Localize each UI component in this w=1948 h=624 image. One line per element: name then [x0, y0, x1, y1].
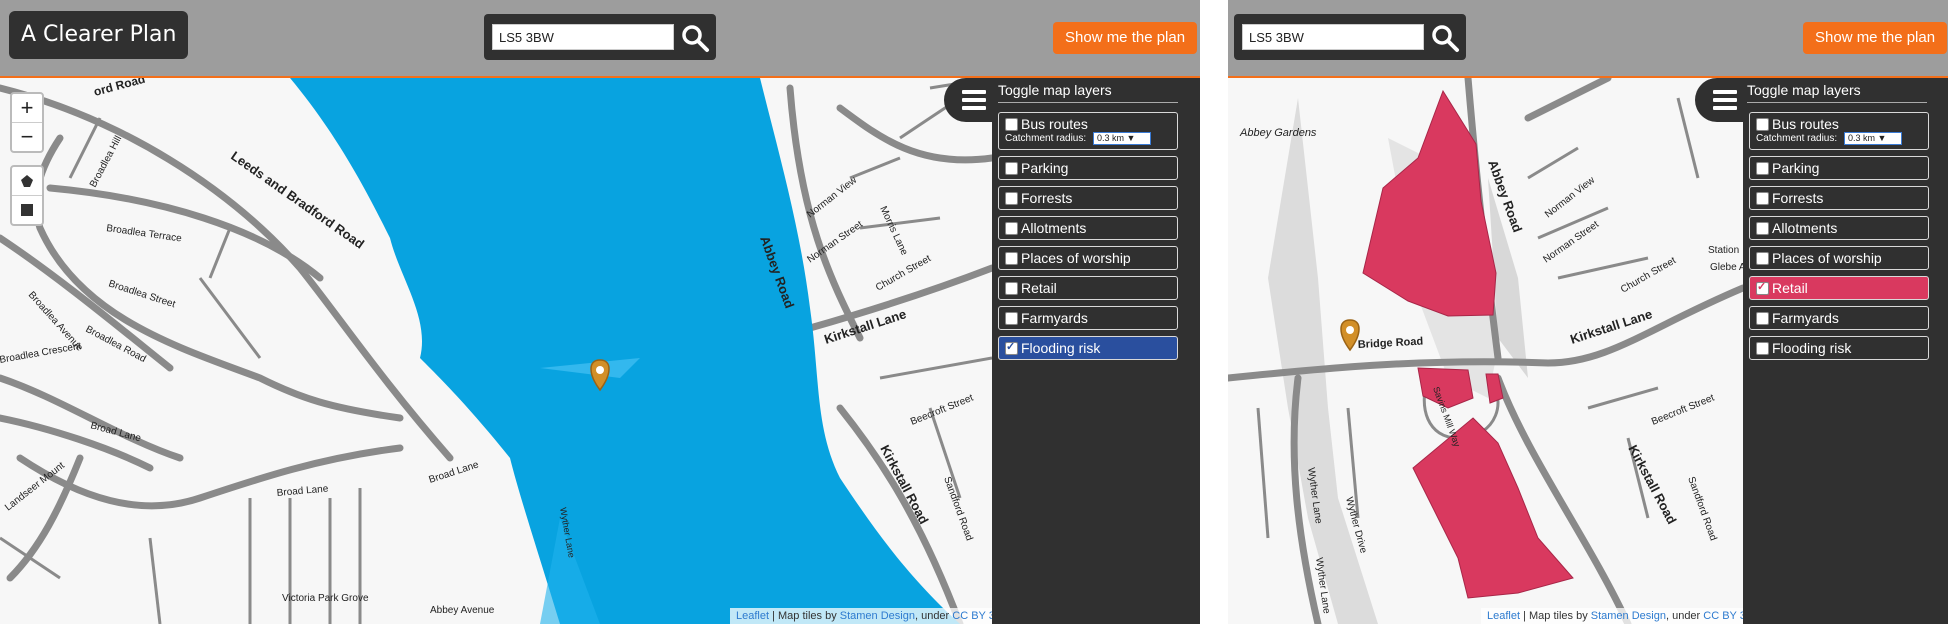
- svg-text:Abbey Gardens: Abbey Gardens: [1239, 127, 1317, 139]
- layer-bus-routes[interactable]: Bus routes Catchment radius: 0.3 km ▼: [998, 112, 1178, 150]
- checkbox[interactable]: [1005, 312, 1018, 325]
- catchment-radius-select[interactable]: 0.3 km ▼: [1093, 132, 1151, 145]
- zoom-out-button[interactable]: −: [12, 123, 42, 151]
- svg-text:Victoria Park Grove: Victoria Park Grove: [282, 593, 369, 604]
- app-logo[interactable]: A Clearer Plan: [9, 11, 189, 59]
- square-icon: [21, 204, 33, 216]
- checkbox[interactable]: [1756, 312, 1769, 325]
- top-bar: Show me the plan: [1228, 0, 1948, 78]
- layer-flooding-risk[interactable]: Flooding risk: [1749, 336, 1929, 360]
- layer-parking[interactable]: Parking: [998, 156, 1178, 180]
- checkbox[interactable]: [1005, 222, 1018, 235]
- map-view[interactable]: ord Road Leeds and Bradford Road Broadle…: [0, 78, 992, 624]
- draw-polygon-button[interactable]: [12, 167, 42, 196]
- svg-text:Abbey Avenue: Abbey Avenue: [430, 605, 495, 616]
- svg-text:Station: Station: [1708, 245, 1739, 256]
- sidebar-title: Toggle map layers: [1747, 82, 1861, 98]
- sidebar-title: Toggle map layers: [998, 82, 1112, 98]
- layer-forrests[interactable]: Forrests: [1749, 186, 1929, 210]
- search-button[interactable]: [1430, 23, 1460, 53]
- left-screen: ord Road Leeds and Bradford Road Broadle…: [0, 0, 1200, 624]
- search-icon: [682, 25, 709, 52]
- layer-flooding-risk[interactable]: Flooding risk: [998, 336, 1178, 360]
- checkbox[interactable]: [1756, 192, 1769, 205]
- catchment-radius-select[interactable]: 0.3 km ▼: [1844, 132, 1902, 145]
- map-tiles: Abbey Gardens Abbey Road Kirkstall Lane …: [1228, 78, 1743, 624]
- zoom-control: + −: [10, 92, 44, 153]
- checkbox[interactable]: [1756, 118, 1769, 131]
- draw-toolbar: [10, 165, 44, 226]
- layer-allotments[interactable]: Allotments: [998, 216, 1178, 240]
- search-icon: [1432, 25, 1459, 52]
- leaflet-link[interactable]: Leaflet: [1487, 610, 1520, 622]
- show-plan-button[interactable]: Show me the plan: [1053, 22, 1198, 54]
- layer-places-of-worship[interactable]: Places of worship: [998, 246, 1178, 270]
- checkbox-checked[interactable]: [1005, 340, 1018, 355]
- search-button[interactable]: [680, 23, 710, 53]
- checkbox[interactable]: [1005, 282, 1018, 295]
- license-link[interactable]: CC BY 3: [1703, 610, 1746, 622]
- map-attribution: Leaflet | Map tiles by Stamen Design, un…: [730, 608, 998, 624]
- checkbox[interactable]: [1756, 222, 1769, 235]
- map-view[interactable]: Abbey Gardens Abbey Road Kirkstall Lane …: [1228, 78, 1743, 624]
- layer-farmyards[interactable]: Farmyards: [1749, 306, 1929, 330]
- checkbox[interactable]: [1005, 162, 1018, 175]
- checkbox[interactable]: [1005, 118, 1018, 131]
- checkbox-checked[interactable]: [1756, 280, 1769, 295]
- right-screen: Abbey Gardens Abbey Road Kirkstall Lane …: [1228, 0, 1948, 624]
- layer-farmyards[interactable]: Farmyards: [998, 306, 1178, 330]
- svg-text:Glebe Av: Glebe Av: [1710, 262, 1743, 273]
- postcode-input[interactable]: [492, 24, 674, 50]
- divider: [1747, 102, 1927, 103]
- stamen-link[interactable]: Stamen Design: [840, 610, 915, 622]
- checkbox[interactable]: [1756, 162, 1769, 175]
- checkbox[interactable]: [1756, 342, 1769, 355]
- layer-allotments[interactable]: Allotments: [1749, 216, 1929, 240]
- menu-toggle-button[interactable]: [1695, 78, 1751, 122]
- layer-bus-routes[interactable]: Bus routes Catchment radius: 0.3 km ▼: [1749, 112, 1929, 150]
- draw-rectangle-button[interactable]: [12, 196, 42, 224]
- zoom-in-button[interactable]: +: [12, 94, 42, 123]
- menu-toggle-button[interactable]: [944, 78, 1000, 122]
- stamen-link[interactable]: Stamen Design: [1591, 610, 1666, 622]
- postcode-input[interactable]: [1242, 24, 1424, 50]
- layer-retail[interactable]: Retail: [1749, 276, 1929, 300]
- layer-retail[interactable]: Retail: [998, 276, 1178, 300]
- layer-places-of-worship[interactable]: Places of worship: [1749, 246, 1929, 270]
- checkbox[interactable]: [1005, 252, 1018, 265]
- map-tiles: ord Road Leeds and Bradford Road Broadle…: [0, 78, 992, 624]
- divider: [998, 102, 1178, 103]
- layer-forrests[interactable]: Forrests: [998, 186, 1178, 210]
- search-box: [484, 14, 716, 60]
- search-box: [1234, 14, 1466, 60]
- polygon-icon: [21, 175, 33, 187]
- map-attribution: Leaflet | Map tiles by Stamen Design, un…: [1481, 608, 1749, 624]
- checkbox[interactable]: [1756, 252, 1769, 265]
- panel-gap: [1200, 0, 1228, 624]
- top-bar: A Clearer Plan Show me the plan: [0, 0, 1200, 78]
- license-link[interactable]: CC BY 3: [952, 610, 995, 622]
- checkbox[interactable]: [1005, 192, 1018, 205]
- leaflet-link[interactable]: Leaflet: [736, 610, 769, 622]
- show-plan-button[interactable]: Show me the plan: [1803, 22, 1948, 54]
- layer-parking[interactable]: Parking: [1749, 156, 1929, 180]
